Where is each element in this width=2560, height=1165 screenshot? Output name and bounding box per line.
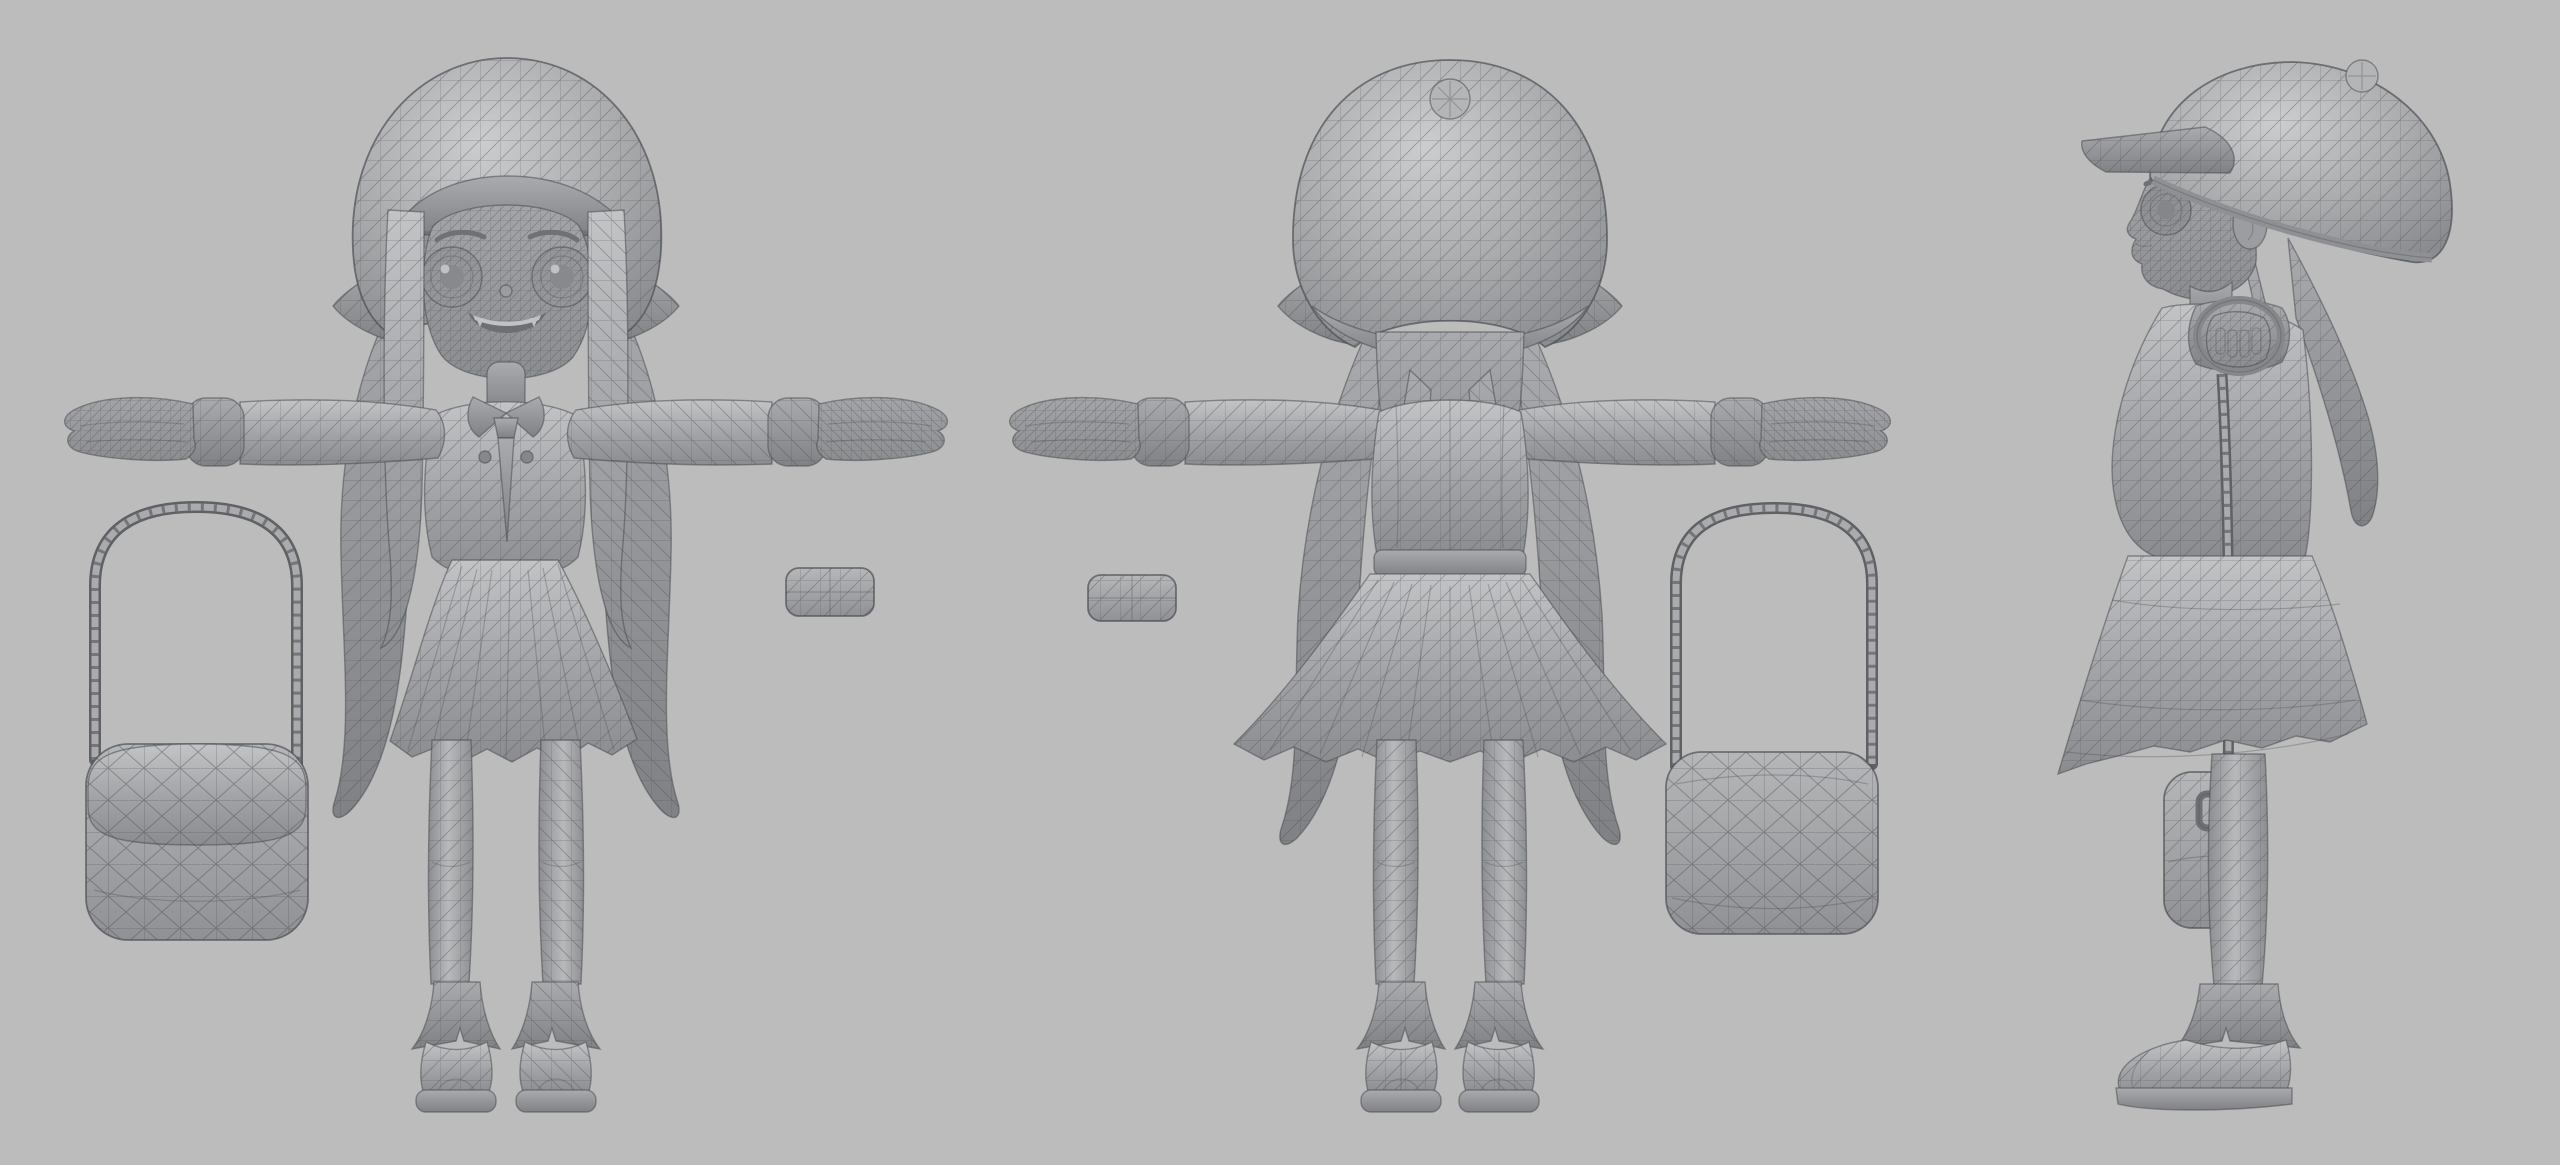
cap-button: [1430, 79, 1470, 119]
eye-left: [422, 247, 482, 307]
vest-button-right: [521, 451, 533, 463]
wireframe-turnaround-render: [0, 0, 2560, 1165]
torso-back: [1372, 400, 1528, 576]
cap-back: [1293, 60, 1607, 359]
arm: [567, 398, 947, 466]
eye-right: [532, 247, 592, 307]
arm: [1010, 398, 1390, 466]
arm-foreshortened: [2189, 300, 2290, 372]
face: [422, 205, 592, 379]
tie-knot: [494, 418, 518, 438]
cap-button-side: [2346, 60, 2378, 92]
arm: [65, 398, 445, 466]
nose: [500, 285, 512, 297]
strap-keeper-box-right: [1088, 575, 1176, 621]
vest-button-left: [479, 451, 491, 463]
waistband: [1374, 550, 1526, 576]
viewport: [0, 0, 2560, 1165]
boot-sole: [416, 1090, 496, 1112]
arm: [1510, 398, 1890, 466]
boot-sole-side: [2116, 1088, 2292, 1110]
strap-keeper-box-left: [786, 568, 874, 616]
